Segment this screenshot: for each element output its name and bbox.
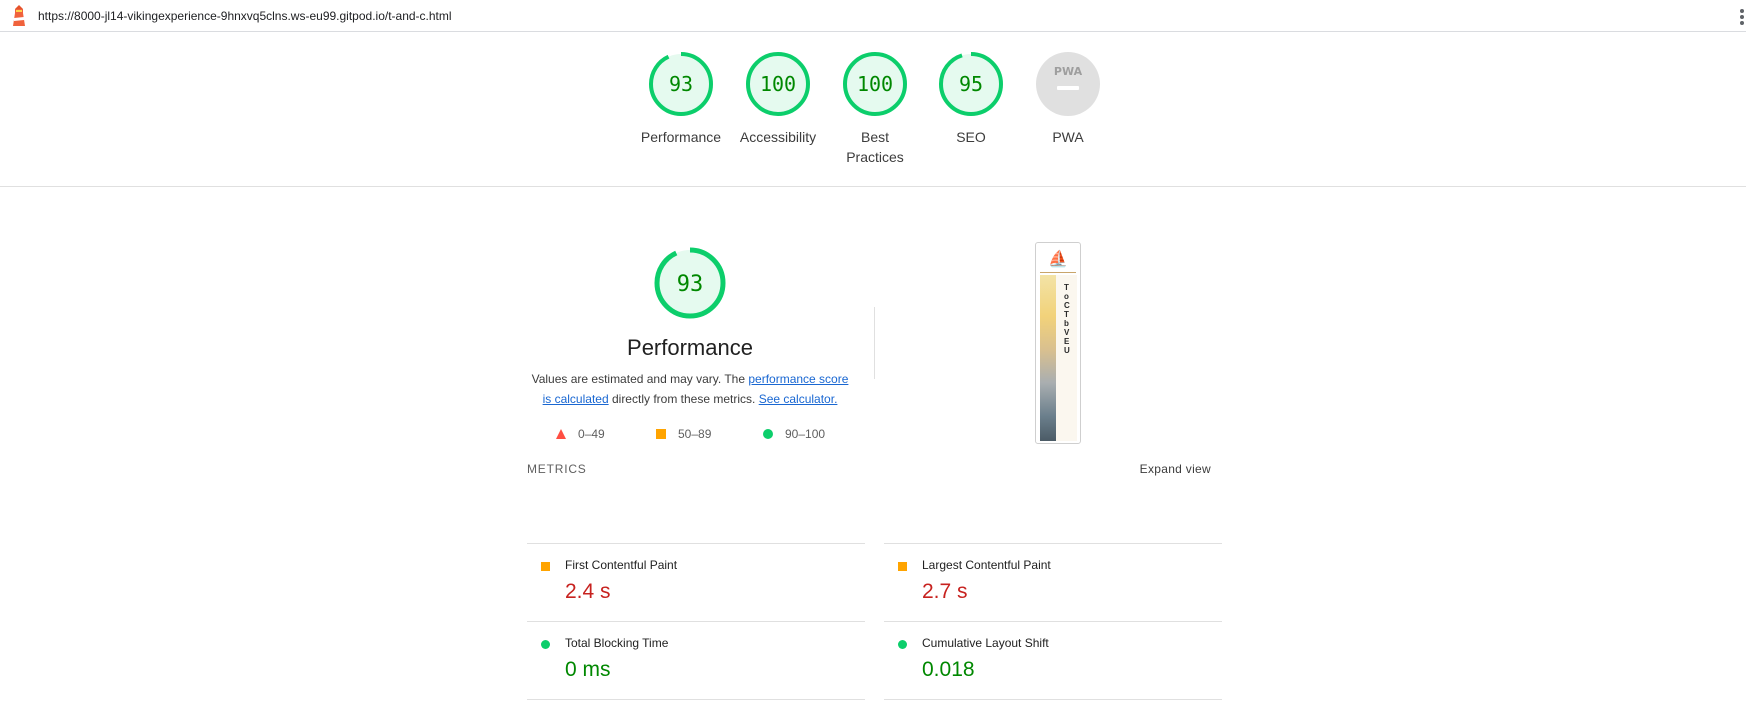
gauge-performance[interactable]: 93 Performance [633,51,729,147]
more-options-icon[interactable] [1738,9,1746,25]
circle-icon [763,429,773,439]
gauge-label: Performance [640,129,722,145]
circle-icon [541,640,550,649]
metric-name: Cumulative Layout Shift [922,636,1049,650]
legend-range: 50–89 [678,427,712,441]
desc-text: directly from these metrics. [608,392,759,406]
desc-text: Values are estimated and may vary. The [531,372,749,386]
square-icon [898,562,907,571]
pwa-badge-gauge: PWA [1036,52,1100,116]
metric-value: 2.4 s [565,580,611,603]
gauge-best-practices[interactable]: 100 Best Practices [827,51,923,167]
gauge-score: 100 [857,72,893,96]
thumbnail-text: ToCTbVEU [1064,283,1070,355]
legend-range: 0–49 [578,427,605,441]
gauge-label: Best Practices [846,129,904,165]
expand-view-button[interactable]: Expand view [1140,462,1211,476]
metrics-divider [527,699,865,700]
viking-ship-icon: ⛵ [1048,251,1068,268]
performance-main-gauge: 93 [654,247,726,319]
triangle-icon [556,429,566,439]
pwa-dash-icon [1057,86,1079,90]
seo-score-gauge: 95 [939,52,1003,116]
legend-fail: 0–49 [556,427,605,441]
performance-score: 93 [677,272,704,297]
gauge-label: PWA [1052,129,1084,145]
metrics-header: METRICS Expand view [527,462,1223,482]
see-calculator-link[interactable]: See calculator. [759,392,838,406]
gauge-label: SEO [956,129,986,145]
metric-value: 2.7 s [922,580,968,603]
performance-description: Values are estimated and may vary. The p… [528,369,852,409]
legend-pass: 90–100 [763,427,825,441]
gauge-accessibility[interactable]: 100 Accessibility [730,51,826,147]
metric-total-blocking-time: Total Blocking Time 0 ms [527,621,865,691]
metrics-divider [884,699,1222,700]
page-url[interactable]: https://8000-jl14-vikingexperience-9hnxv… [38,9,452,23]
metric-largest-contentful-paint: Largest Contentful Paint 2.7 s [884,543,1222,613]
best-practices-score-gauge: 100 [843,52,907,116]
legend-average: 50–89 [656,427,711,441]
gauge-pwa[interactable]: PWA PWA [1020,51,1116,147]
metrics-title: METRICS [527,462,587,476]
gauge-label: Accessibility [739,129,817,145]
metric-value: 0 ms [565,658,611,681]
square-icon [656,429,666,439]
score-summary: 93 Performance 100 Accessibility 100 Bes… [0,32,1746,187]
gauge-score: 95 [959,72,983,96]
pwa-badge-text: PWA [1054,65,1083,78]
url-bar: https://8000-jl14-vikingexperience-9hnxv… [0,0,1746,32]
performance-section: 93 Performance Values are estimated and … [0,187,1746,717]
performance-score-gauge: 93 [649,52,713,116]
metric-cumulative-layout-shift: Cumulative Layout Shift 0.018 [884,621,1222,691]
square-icon [541,562,550,571]
performance-title: Performance [627,335,753,360]
circle-icon [898,640,907,649]
metric-value: 0.018 [922,658,975,681]
legend-range: 90–100 [785,427,826,441]
accessibility-score-gauge: 100 [746,52,810,116]
gauge-score: 93 [669,72,693,96]
section-divider [874,307,875,379]
metric-name: First Contentful Paint [565,558,678,572]
metric-name: Largest Contentful Paint [922,558,1051,572]
metric-first-contentful-paint: First Contentful Paint 2.4 s [527,543,865,613]
gauge-seo[interactable]: 95 SEO [923,51,1019,147]
lighthouse-logo-icon [13,5,25,26]
screenshot-photo [1040,275,1056,441]
final-screenshot-thumbnail[interactable]: ⛵ ToCTbVEU [1035,242,1081,444]
metric-name: Total Blocking Time [565,636,669,650]
gauge-score: 100 [760,72,796,96]
